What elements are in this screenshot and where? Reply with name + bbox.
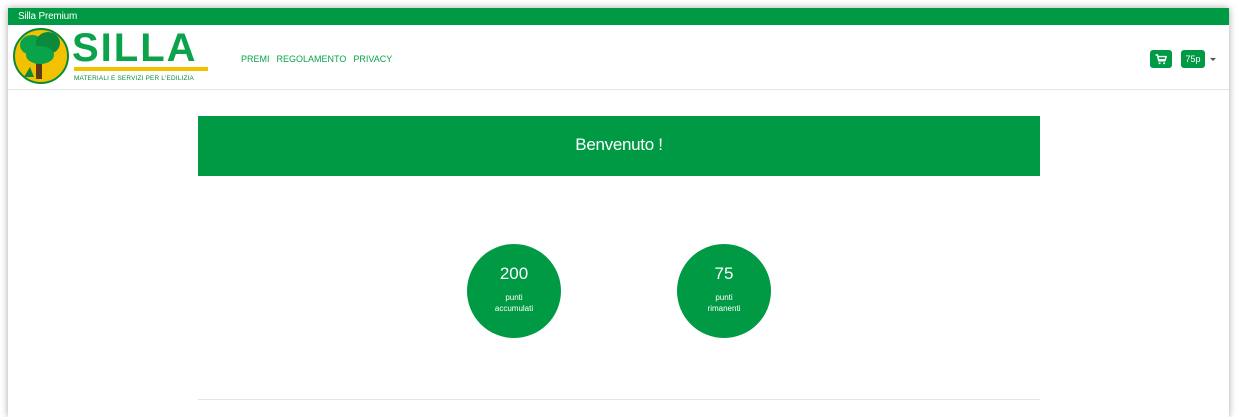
logo-wordmark: SILLA xyxy=(72,26,198,70)
points-menu[interactable]: 75p xyxy=(1181,50,1216,68)
points-remaining-circle: 75 punti rimanenti xyxy=(677,244,771,338)
site-title: Silla Premium xyxy=(18,11,78,22)
label-line: accumulati xyxy=(494,304,534,313)
page-frame: Silla Premium SILLA MATERIALI E SERVIZI … xyxy=(8,8,1229,417)
label-line: rimanenti xyxy=(707,304,741,313)
points-remaining-value: 75 xyxy=(714,264,734,283)
welcome-banner: Benvenuto ! xyxy=(198,116,1040,176)
nav-privacy[interactable]: PRIVACY xyxy=(353,54,392,64)
label-line: punti xyxy=(715,293,733,302)
points-accumulated-circle: 200 punti accumulati xyxy=(467,244,561,338)
points-remaining-label: punti rimanenti xyxy=(677,292,771,314)
label-line: punti xyxy=(505,293,523,302)
main-nav: PREMI REGOLAMENTO PRIVACY xyxy=(241,54,392,64)
shopping-cart-icon xyxy=(1155,53,1167,64)
nav-regolamento[interactable]: REGOLAMENTO xyxy=(277,54,347,64)
logo-underline xyxy=(74,67,208,71)
logo-tagline: MATERIALI E SERVIZI PER L'EDILIZIA xyxy=(74,75,195,82)
navbar: SILLA MATERIALI E SERVIZI PER L'EDILIZIA… xyxy=(8,25,1229,90)
chevron-down-icon[interactable] xyxy=(1210,57,1216,61)
nav-premi[interactable]: PREMI xyxy=(241,54,270,64)
user-tools: 75p xyxy=(1150,50,1216,68)
tree-emblem-icon xyxy=(13,28,69,84)
points-accumulated-label: punti accumulati xyxy=(467,292,561,314)
cart-button[interactable] xyxy=(1150,50,1172,68)
top-title-bar: Silla Premium xyxy=(8,8,1229,25)
points-badge[interactable]: 75p xyxy=(1181,50,1205,68)
silla-logo[interactable]: SILLA MATERIALI E SERVIZI PER L'EDILIZIA xyxy=(12,27,208,89)
welcome-text: Benvenuto ! xyxy=(575,135,663,154)
points-accumulated-value: 200 xyxy=(499,264,529,283)
content-divider xyxy=(198,399,1040,400)
